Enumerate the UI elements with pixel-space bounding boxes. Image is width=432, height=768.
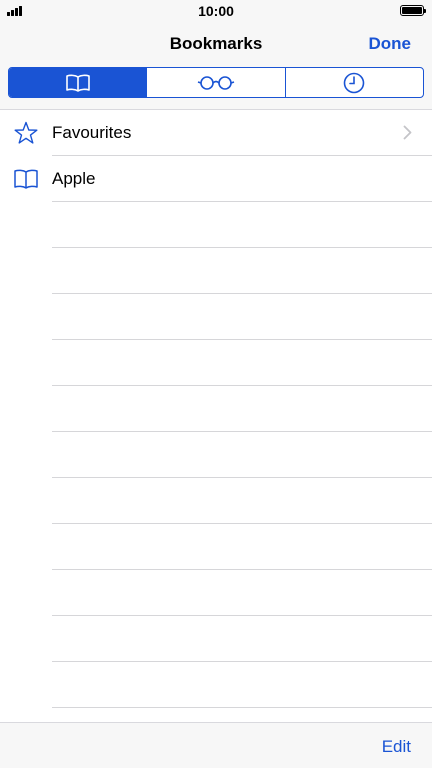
glasses-icon (197, 75, 235, 90)
battery-icon (400, 5, 426, 16)
empty-list-row (0, 570, 432, 616)
empty-list-row (0, 616, 432, 662)
segment-bookmarks[interactable] (9, 68, 148, 97)
list-item-label: Favourites (52, 123, 132, 142)
page-title: Bookmarks (169, 34, 263, 53)
bookmarks-screen: 10:00 Bookmarks Done Favourites Apple Ed… (0, 0, 432, 768)
bottom-toolbar: Edit (0, 722, 432, 768)
empty-list-row (0, 340, 432, 386)
navigation-bar: Bookmarks Done (0, 22, 432, 110)
done-button[interactable]: Done (369, 34, 412, 54)
star-icon (14, 121, 38, 144)
segment-reading-list[interactable] (147, 68, 286, 97)
bookmarks-list: Favourites Apple (0, 110, 432, 708)
empty-list-row (0, 386, 432, 432)
empty-list-row (0, 478, 432, 524)
status-bar: 10:00 (0, 0, 432, 22)
empty-list-row (0, 524, 432, 570)
empty-list-row (0, 432, 432, 478)
status-time: 10:00 (198, 3, 234, 19)
list-item-apple[interactable]: Apple (0, 156, 432, 202)
list-item-favourites[interactable]: Favourites (0, 110, 432, 156)
list-item-label: Apple (52, 169, 96, 188)
empty-list-row (0, 202, 432, 248)
edit-button[interactable]: Edit (382, 737, 411, 757)
book-icon (14, 169, 38, 189)
empty-list-row (0, 248, 432, 294)
empty-list-row (0, 294, 432, 340)
empty-list-row (0, 662, 432, 708)
segment-history[interactable] (286, 68, 423, 97)
clock-icon (344, 72, 365, 93)
book-icon (65, 74, 90, 92)
chevron-right-icon (403, 125, 412, 140)
bookmarks-segmented-control (8, 67, 424, 98)
